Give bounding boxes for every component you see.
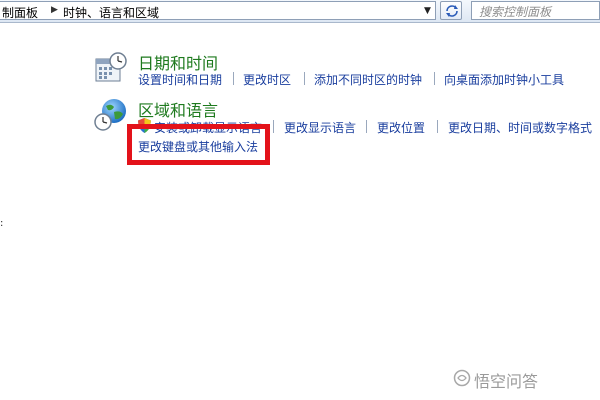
link-divider (434, 72, 435, 85)
search-input[interactable]: 搜索控制面板 (471, 1, 600, 20)
breadcrumb-control-panel[interactable]: 制面板 (2, 4, 38, 21)
watermark-text: 悟空问答 (474, 372, 539, 391)
link-divider (233, 72, 234, 85)
link-add-clocks[interactable]: 添加不同时区的时钟 (314, 71, 422, 88)
link-set-time-date[interactable]: 设置时间和日期 (138, 71, 222, 88)
refresh-button[interactable] (440, 1, 462, 20)
globe-clock-icon[interactable] (94, 98, 128, 135)
link-divider (304, 72, 305, 85)
breadcrumb-clock-language-region[interactable]: 时钟、语言和区域 (63, 4, 159, 21)
watermark-logo-icon (453, 369, 471, 387)
link-add-clock-gadget[interactable]: 向桌面添加时钟小工具 (444, 71, 564, 88)
link-divider (437, 120, 438, 133)
link-change-timezone[interactable]: 更改时区 (243, 71, 291, 88)
breadcrumb-separator-icon[interactable]: ▶ (51, 5, 58, 15)
link-divider (273, 120, 274, 133)
refresh-icon (446, 5, 458, 17)
address-dropdown-icon[interactable]: ▼ (420, 3, 435, 20)
link-change-location[interactable]: 更改位置 (377, 119, 425, 136)
link-change-display-language[interactable]: 更改显示语言 (284, 119, 356, 136)
link-divider (366, 120, 367, 133)
calendar-clock-icon[interactable] (94, 51, 128, 88)
navigation-bar: 制面板 ▶ 时钟、语言和区域 ▼ 搜索控制面板 (0, 0, 600, 23)
address-bar[interactable]: 制面板 ▶ 时钟、语言和区域 ▼ (0, 1, 436, 20)
highlight-box (127, 124, 270, 165)
sidebar-edge: : (0, 218, 4, 229)
link-change-date-time-number-format[interactable]: 更改日期、时间或数字格式 (448, 119, 592, 136)
